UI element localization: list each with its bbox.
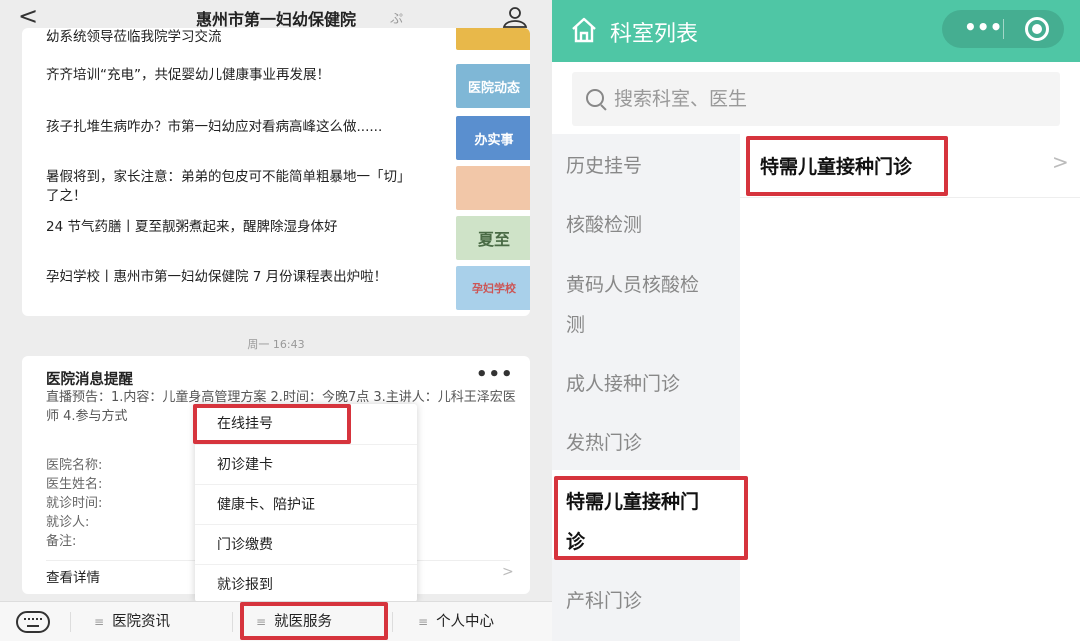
- sidebar-item-fever-clinic[interactable]: 发热门诊: [566, 423, 736, 463]
- department-list-panel: 科室列表 ••• 历史挂号 核酸检测 黄码人员核酸检 测 成人接种门诊 发热门诊…: [552, 0, 1080, 641]
- service-menu-popup: 在线挂号 初诊建卡 健康卡、陪护证 门诊缴费 就诊报到: [195, 404, 417, 602]
- article-thumbnail: 孕妇学校: [456, 266, 530, 310]
- nav-label: 就医服务: [274, 614, 333, 630]
- article-item[interactable]: 齐齐培训“充电”，共促婴幼儿健康事业再发展！ 医院动态: [46, 64, 530, 116]
- home-icon[interactable]: [570, 16, 598, 44]
- article-thumbnail: 医院动态: [456, 64, 530, 108]
- search-bar: [552, 62, 1080, 134]
- nav-medical-services[interactable]: ≡ 就医服务: [256, 602, 332, 641]
- department-list-item[interactable]: 特需儿童接种门诊 >: [740, 134, 1080, 198]
- sidebar-item-yellow-code-test-cont[interactable]: 测: [566, 305, 736, 345]
- chat-timestamp: 周一 16:43: [247, 338, 305, 351]
- divider: [70, 612, 71, 632]
- article-title: 暑假将到，家长注意：弟弟的包皮可不能简单粗暴地一「切」了之！: [46, 169, 411, 204]
- sidebar-item-obstetrics[interactable]: 产科门诊: [566, 581, 736, 621]
- divider: [232, 612, 233, 632]
- article-item[interactable]: 孩子扎堆生病咋办？市第一妇幼应对看病高峰这么做...... 办实事: [46, 116, 530, 168]
- article-item[interactable]: 24 节气药膳丨夏至靓粥煮起来，醒脾除湿身体好 夏至: [46, 216, 530, 268]
- article-thumbnail: 办实事: [456, 116, 530, 160]
- more-icon[interactable]: •••: [476, 364, 514, 385]
- menu-icon: ≡: [94, 615, 105, 629]
- article-title: 孕妇学校丨惠州市第一妇幼保健院 7 月份课程表出炉啦！: [46, 269, 388, 285]
- menu-item-first-visit-card[interactable]: 初诊建卡: [195, 444, 417, 484]
- sidebar-item-special-child-vaccination[interactable]: 特需儿童接种门: [566, 482, 736, 522]
- profile-icon[interactable]: [502, 6, 528, 28]
- sidebar-item-adult-vaccination[interactable]: 成人接种门诊: [566, 364, 736, 404]
- sidebar-item-yellow-code-test[interactable]: 黄码人员核酸检: [566, 265, 736, 305]
- divider: [392, 612, 393, 632]
- sidebar-item-history[interactable]: 历史挂号: [566, 146, 736, 186]
- bottom-menu-bar: ≡ 医院资讯 ≡ 就医服务 ≡ 个人中心: [0, 601, 552, 641]
- article-thumbnail: [456, 166, 530, 210]
- article-item[interactable]: 孕妇学校丨惠州市第一妇幼保健院 7 月份课程表出炉啦！ 孕妇学校: [46, 266, 530, 316]
- menu-icon: ≡: [256, 615, 267, 629]
- article-title: 孩子扎堆生病咋办？市第一妇幼应对看病高峰这么做......: [46, 119, 383, 135]
- department-label: 特需儿童接种门诊: [760, 156, 913, 178]
- field-hospital-name: 医院名称:: [46, 458, 103, 473]
- divider: [1003, 19, 1004, 39]
- keyboard-icon[interactable]: [16, 611, 50, 633]
- article-thumbnail: 夏至: [456, 216, 530, 260]
- search-box[interactable]: [572, 72, 1060, 126]
- sidebar-item-nucleic-test[interactable]: 核酸检测: [566, 205, 736, 245]
- article-card: 幼系统领导莅临我院学习交流 齐齐培训“充电”，共促婴幼儿健康事业再发展！ 医院动…: [22, 28, 530, 316]
- department-sidebar: 历史挂号 核酸检测 黄码人员核酸检 测 成人接种门诊 发热门诊 特需儿童接种门 …: [552, 134, 740, 641]
- search-input[interactable]: [614, 84, 1044, 114]
- nav-label: 个人中心: [436, 614, 495, 630]
- page-title: 科室列表: [610, 22, 699, 47]
- nav-personal-center[interactable]: ≡ 个人中心: [418, 602, 494, 641]
- more-icon[interactable]: •••: [964, 15, 1002, 39]
- article-title: 24 节气药膳丨夏至靓粥煮起来，醒脾除湿身体好: [46, 219, 338, 235]
- close-miniprogram-icon[interactable]: [1025, 17, 1049, 41]
- menu-item-check-in[interactable]: 就诊报到: [195, 564, 417, 604]
- article-thumbnail: [456, 28, 530, 50]
- menu-item-outpatient-payment[interactable]: 门诊缴费: [195, 524, 417, 564]
- chevron-right-icon: >: [1052, 150, 1069, 174]
- view-details-link[interactable]: 查看详情: [46, 566, 100, 586]
- field-visit-time: 就诊时间:: [46, 496, 103, 511]
- miniprogram-capsule: •••: [942, 10, 1064, 48]
- article-title: 齐齐培训“充电”，共促婴幼儿健康事业再发展！: [46, 67, 330, 83]
- article-item[interactable]: 暑假将到，家长注意：弟弟的包皮可不能简单粗暴地一「切」了之！: [46, 166, 530, 218]
- article-title: 幼系统领导莅临我院学习交流: [46, 29, 222, 45]
- sidebar-item-special-child-vaccination-cont[interactable]: 诊: [566, 522, 736, 562]
- chevron-right-icon: >: [502, 564, 514, 580]
- field-remark: 备注:: [46, 534, 77, 549]
- chat-title: 惠州市第一妇幼保健院: [195, 10, 356, 29]
- menu-item-online-registration[interactable]: 在线挂号: [195, 404, 417, 444]
- menu-icon: ≡: [418, 615, 429, 629]
- field-patient: 就诊人:: [46, 515, 90, 530]
- search-icon: [586, 89, 604, 107]
- nav-hospital-news[interactable]: ≡ 医院资讯: [94, 602, 170, 641]
- notice-title: 医院消息提醒: [46, 372, 133, 388]
- department-header: 科室列表 •••: [552, 0, 1080, 62]
- mute-icon: ぷ: [390, 12, 404, 27]
- field-doctor-name: 医生姓名:: [46, 477, 103, 492]
- menu-item-health-card[interactable]: 健康卡、陪护证: [195, 484, 417, 524]
- wechat-chat-panel: < 惠州市第一妇幼保健院 ぷ 幼系统领导莅临我院学习交流 齐齐培训“充电”，共促…: [0, 0, 552, 641]
- nav-label: 医院资讯: [112, 614, 171, 630]
